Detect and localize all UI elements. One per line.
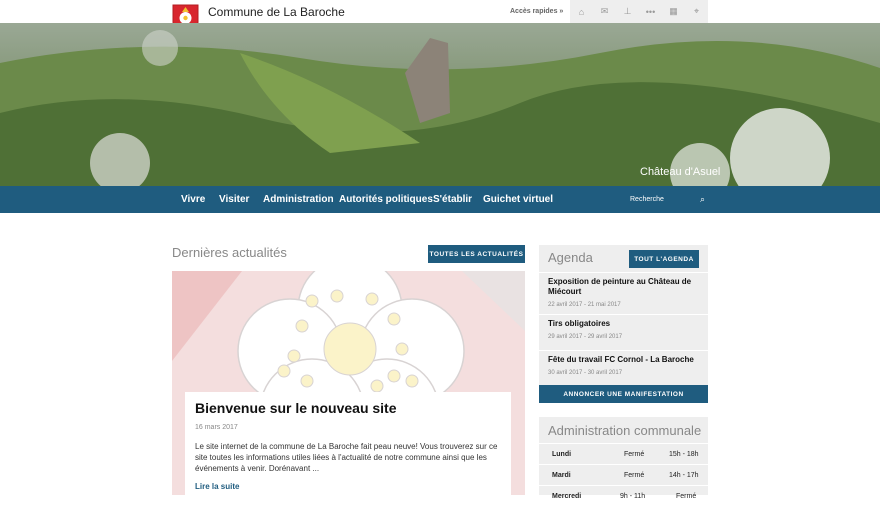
hours-am: Fermé: [624, 451, 645, 458]
agenda-event[interactable]: Tirs obligatoires 29 avril 2017 - 29 avr…: [539, 314, 708, 349]
hours-pm: 14h - 17h: [669, 472, 699, 479]
home-icon[interactable]: ⌂: [570, 0, 593, 23]
read-more-link[interactable]: Lire la suite: [195, 482, 501, 491]
nav-visiter[interactable]: Visiter: [219, 194, 249, 205]
mail-icon[interactable]: ✉: [593, 0, 616, 23]
admin-title: Administration communale: [548, 423, 702, 438]
main-nav: Vivre Visiter Administration Autorités p…: [0, 186, 880, 213]
event-dates: 30 avril 2017 - 30 avril 2017: [548, 370, 623, 376]
more-icon[interactable]: •••: [639, 0, 662, 23]
nav-guichet-virtuel[interactable]: Guichet virtuel: [483, 194, 553, 205]
hours-pm: 15h - 18h: [669, 451, 699, 458]
location-icon[interactable]: ⌖: [685, 0, 708, 23]
hours-day: Mercredi: [552, 493, 582, 500]
top-bar: [0, 0, 880, 23]
sitemap-icon[interactable]: ⊥: [616, 0, 639, 23]
nav-s-etablir[interactable]: S'établir: [433, 194, 472, 205]
nav-administration[interactable]: Administration: [263, 194, 334, 205]
toolbar: ⌂ ✉ ⊥ ••• ▦ ⌖: [570, 0, 708, 23]
nav-vivre[interactable]: Vivre: [181, 194, 205, 205]
grid-icon[interactable]: ▦: [662, 0, 685, 23]
all-agenda-button[interactable]: Tout l'agenda: [629, 250, 699, 268]
event-title[interactable]: Tirs obligatoires: [548, 319, 699, 329]
search-icon[interactable]: ⌕: [700, 194, 705, 205]
hours-am: 9h - 11h: [620, 493, 646, 500]
news-date: 16 mars 2017: [195, 424, 238, 431]
event-title[interactable]: Exposition de peinture au Château de Mié…: [548, 277, 699, 297]
event-title[interactable]: Fête du travail FC Cornol - La Baroche: [548, 355, 699, 365]
hours-day: Lundi: [552, 451, 572, 458]
hero-image: [0, 23, 880, 186]
event-dates: 29 avril 2017 - 29 avril 2017: [548, 334, 623, 340]
agenda-event[interactable]: Fête du travail FC Cornol - La Baroche 3…: [539, 350, 708, 385]
news-excerpt: Le site internet de la commune de La Bar…: [195, 442, 498, 473]
event-dates: 22 avril 2017 - 21 mai 2017: [548, 302, 621, 308]
hours-day: Mardi: [552, 472, 571, 479]
agenda-event[interactable]: Exposition de peinture au Château de Mié…: [539, 272, 708, 314]
news-card: Bienvenue sur le nouveau site 16 mars 20…: [185, 392, 511, 495]
all-news-button[interactable]: Toutes les actualités: [428, 245, 525, 263]
hours-pm: Fermé: [676, 493, 697, 500]
hours-am: Fermé: [624, 472, 645, 479]
news-section-title: Dernières actualités: [172, 245, 287, 260]
announce-event-button[interactable]: Annoncer une manifestation: [539, 385, 708, 403]
agenda-title: Agenda: [548, 250, 593, 265]
hours-row: Mercredi 9h - 11h Fermé: [539, 485, 708, 506]
news-headline[interactable]: Bienvenue sur le nouveau site: [195, 400, 501, 416]
nav-autorites-politiques[interactable]: Autorités politiques: [339, 194, 433, 205]
hero-caption: Château d'Asuel: [640, 166, 721, 178]
search-input[interactable]: Recherche: [630, 196, 664, 203]
hours-row: Mardi Fermé 14h - 17h: [539, 464, 708, 485]
site-title[interactable]: Commune de La Baroche: [208, 5, 345, 19]
hours-row: Lundi Fermé 15h - 18h: [539, 443, 708, 464]
quick-access-link[interactable]: Accès rapides »: [510, 8, 563, 15]
